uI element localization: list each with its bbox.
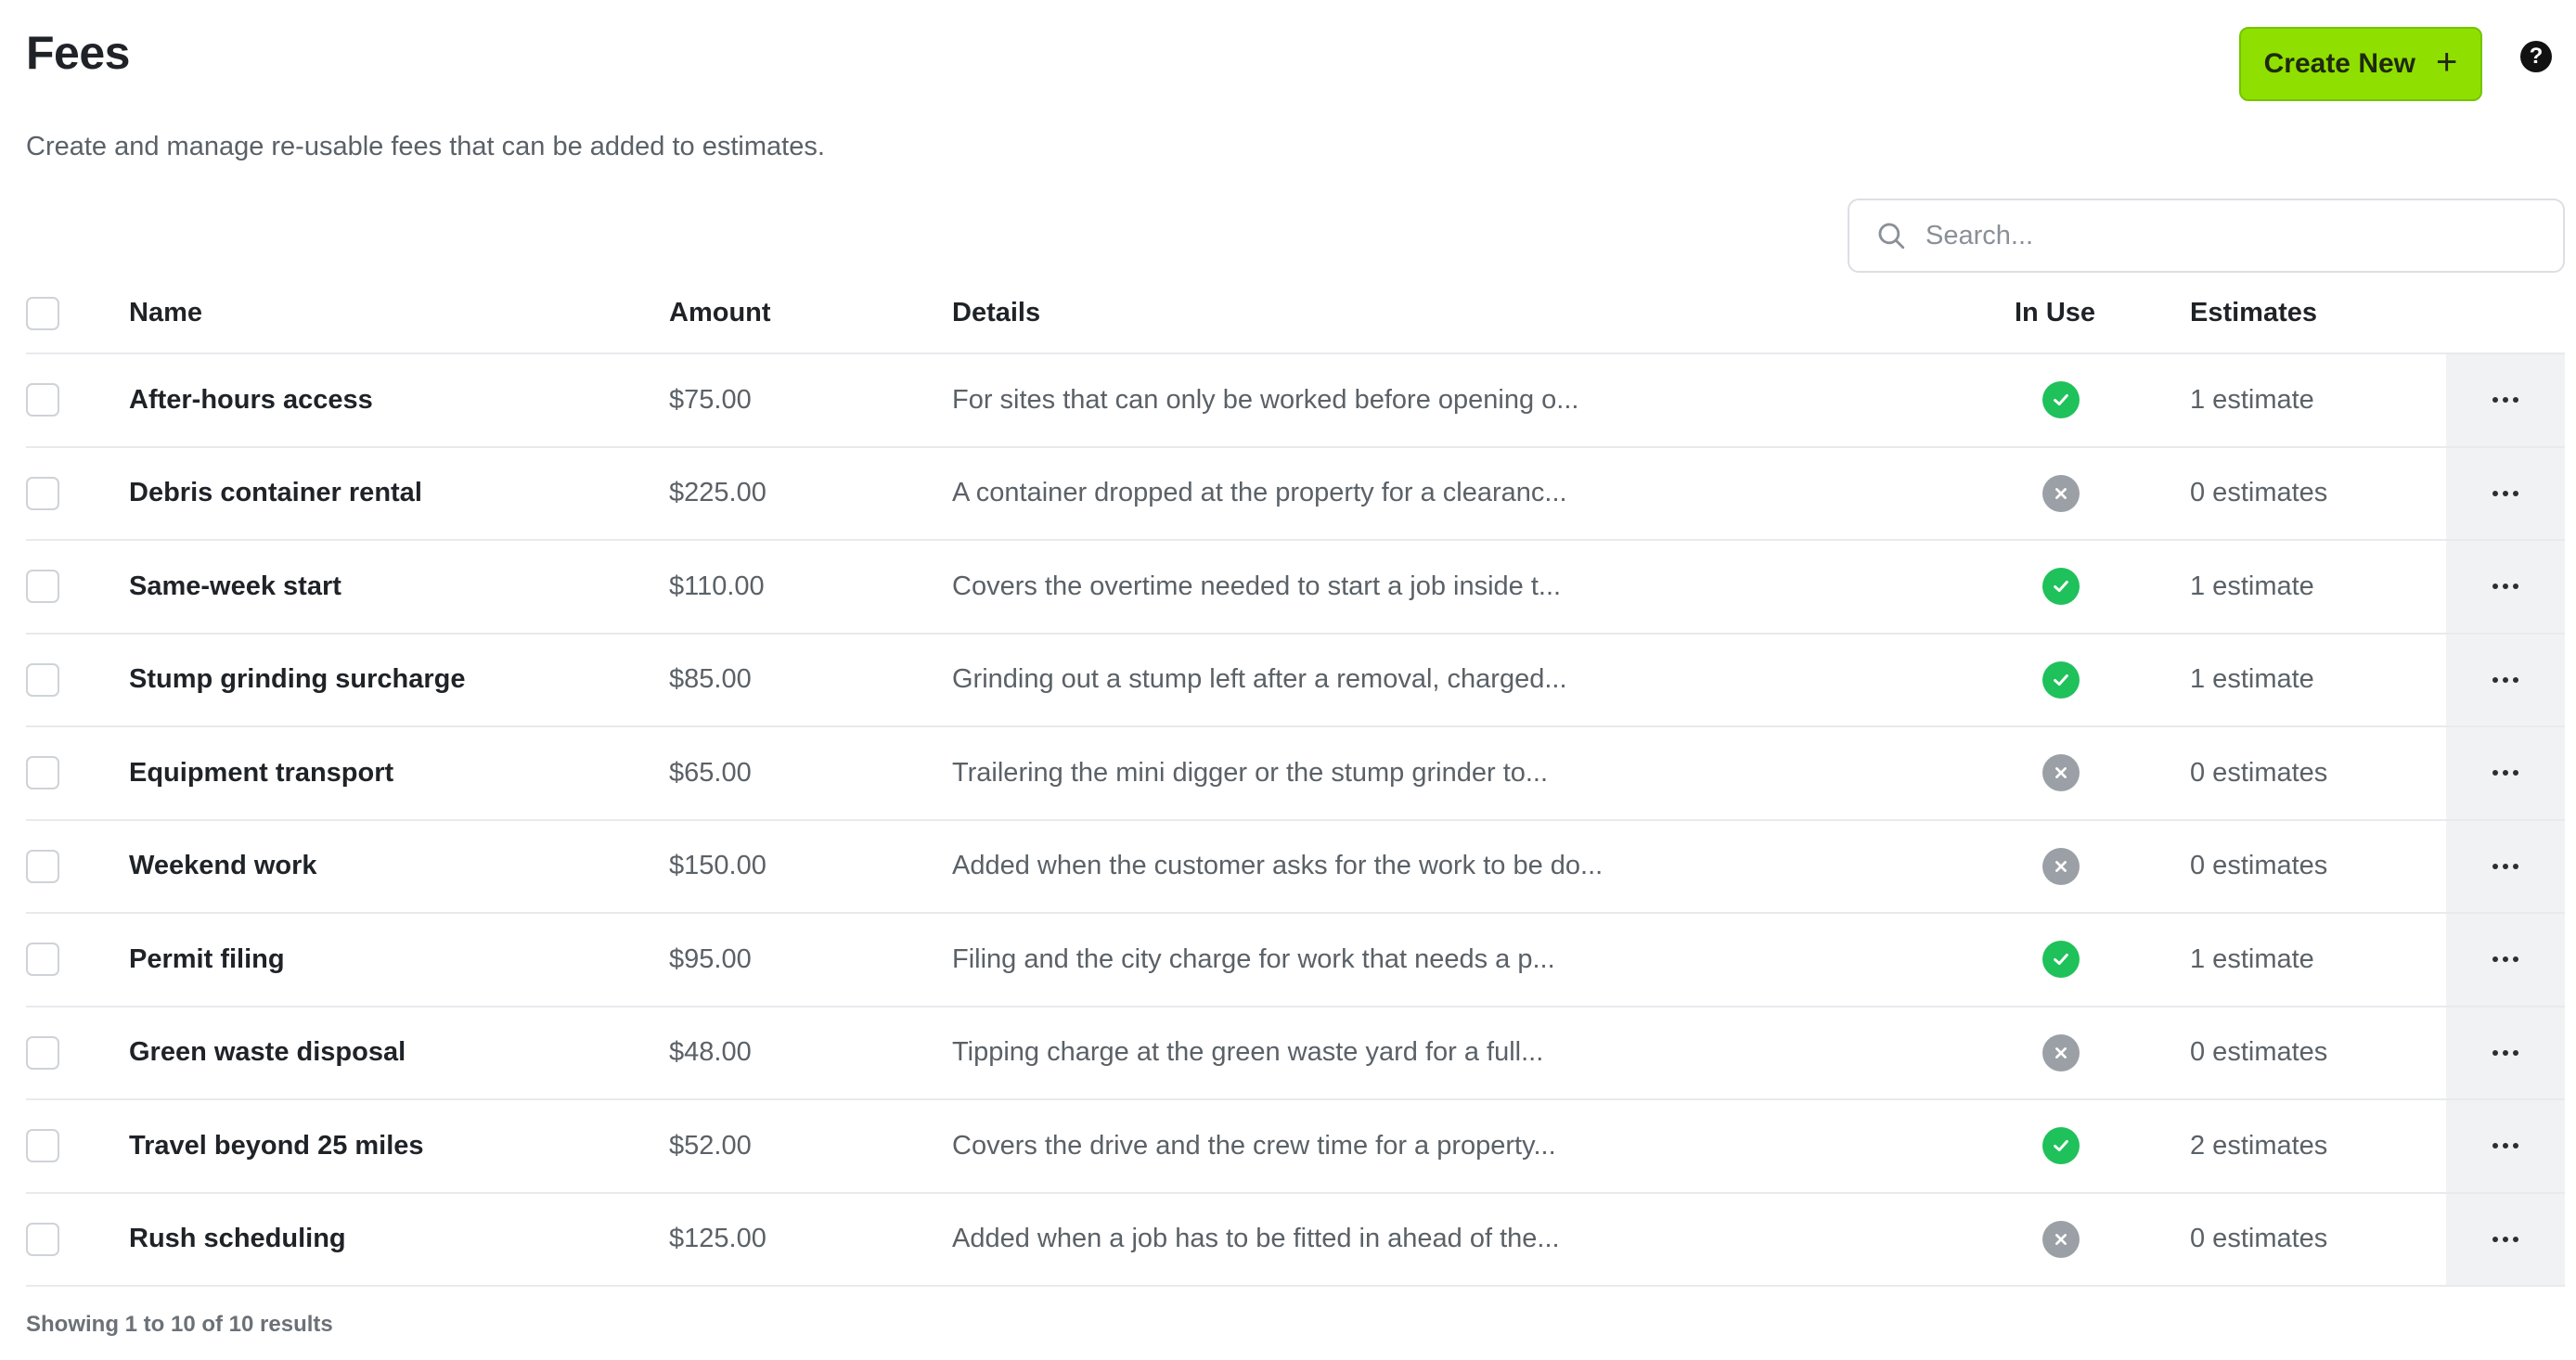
create-new-label: Create New bbox=[2263, 48, 2416, 79]
fee-estimates: 1 estimate bbox=[2190, 384, 2314, 415]
table-row[interactable]: Same-week start $110.00 Covers the overt… bbox=[26, 541, 2565, 635]
page-subtitle: Create and manage re-usable fees that ca… bbox=[26, 132, 825, 161]
plus-icon: + bbox=[2436, 42, 2458, 83]
more-horizontal-icon[interactable] bbox=[2483, 668, 2528, 692]
fee-details: Filing and the city charge for work that… bbox=[952, 943, 1555, 974]
table-row[interactable]: Rush scheduling $125.00 Added when a job… bbox=[26, 1193, 2565, 1287]
search-input[interactable] bbox=[1926, 220, 2501, 251]
row-checkbox[interactable] bbox=[26, 1035, 59, 1070]
table-row[interactable]: Permit filing $95.00 Filing and the city… bbox=[26, 914, 2565, 1007]
fees-page: Fees Create and manage re-usable fees th… bbox=[0, 0, 2576, 1360]
more-horizontal-icon[interactable] bbox=[2483, 388, 2528, 412]
table-row[interactable]: Green waste disposal $48.00 Tipping char… bbox=[26, 1007, 2565, 1100]
more-horizontal-icon[interactable] bbox=[2483, 481, 2528, 506]
table-header-row: Name Amount Details In Use Estimates bbox=[26, 274, 2565, 354]
fee-estimates: 1 estimate bbox=[2190, 664, 2314, 695]
row-checkbox[interactable] bbox=[26, 662, 59, 697]
more-horizontal-icon[interactable] bbox=[2483, 574, 2528, 598]
column-header-name[interactable]: Name bbox=[129, 274, 202, 353]
select-all-checkbox[interactable] bbox=[26, 296, 59, 330]
help-icon[interactable]: ? bbox=[2520, 41, 2552, 72]
x-icon bbox=[2042, 847, 2080, 885]
fee-details: Added when the customer asks for the wor… bbox=[952, 851, 1604, 881]
fee-amount: $85.00 bbox=[669, 664, 752, 695]
fee-details: Tipping charge at the green waste yard f… bbox=[952, 1037, 1544, 1068]
row-checkbox[interactable] bbox=[26, 383, 59, 417]
fee-name[interactable]: Travel beyond 25 miles bbox=[129, 1100, 424, 1192]
more-horizontal-icon[interactable] bbox=[2483, 1227, 2528, 1251]
x-icon bbox=[2042, 474, 2080, 512]
more-horizontal-icon[interactable] bbox=[2483, 1134, 2528, 1158]
fee-name[interactable]: After-hours access bbox=[129, 354, 373, 446]
row-checkbox[interactable] bbox=[26, 1129, 59, 1163]
row-checkbox[interactable] bbox=[26, 756, 59, 790]
fee-name[interactable]: Debris container rental bbox=[129, 448, 422, 540]
fee-details: Covers the drive and the crew time for a… bbox=[952, 1130, 1556, 1161]
column-header-amount[interactable]: Amount bbox=[669, 274, 771, 353]
fee-estimates: 1 estimate bbox=[2190, 943, 2314, 974]
row-checkbox[interactable] bbox=[26, 943, 59, 977]
x-icon bbox=[2042, 1033, 2080, 1071]
fee-amount: $225.00 bbox=[669, 478, 766, 508]
table-row[interactable]: After-hours access $75.00 For sites that… bbox=[26, 354, 2565, 448]
fee-details: Grinding out a stump left after a remova… bbox=[952, 664, 1567, 695]
check-icon bbox=[2042, 661, 2080, 699]
column-header-in-use[interactable]: In Use bbox=[2015, 274, 2095, 353]
fee-details: A container dropped at the property for … bbox=[952, 478, 1567, 508]
table-row[interactable]: Weekend work $150.00 Added when the cust… bbox=[26, 820, 2565, 914]
create-new-button[interactable]: Create New + bbox=[2239, 27, 2482, 101]
search-icon bbox=[1878, 223, 1905, 250]
table-row[interactable]: Travel beyond 25 miles $52.00 Covers the… bbox=[26, 1100, 2565, 1194]
fee-amount: $150.00 bbox=[669, 851, 766, 881]
row-checkbox[interactable] bbox=[26, 570, 59, 604]
fee-estimates: 2 estimates bbox=[2190, 1130, 2328, 1161]
fee-details: For sites that can only be worked before… bbox=[952, 384, 1579, 415]
more-horizontal-icon[interactable] bbox=[2483, 947, 2528, 971]
fee-amount: $95.00 bbox=[669, 943, 752, 974]
more-horizontal-icon[interactable] bbox=[2483, 854, 2528, 879]
fee-name[interactable]: Permit filing bbox=[129, 914, 285, 1006]
x-icon bbox=[2042, 754, 2080, 792]
fee-name[interactable]: Stump grinding surcharge bbox=[129, 635, 466, 726]
more-horizontal-icon[interactable] bbox=[2483, 761, 2528, 785]
fee-name[interactable]: Weekend work bbox=[129, 821, 317, 913]
fee-estimates: 0 estimates bbox=[2190, 478, 2328, 508]
fee-name[interactable]: Equipment transport bbox=[129, 727, 393, 819]
fee-estimates: 1 estimate bbox=[2190, 571, 2314, 601]
table-row[interactable]: Stump grinding surcharge $85.00 Grinding… bbox=[26, 634, 2565, 727]
table-row[interactable]: Equipment transport $65.00 Trailering th… bbox=[26, 727, 2565, 821]
column-header-estimates[interactable]: Estimates bbox=[2190, 274, 2317, 353]
fee-name[interactable]: Green waste disposal bbox=[129, 1007, 406, 1099]
fee-estimates: 0 estimates bbox=[2190, 1037, 2328, 1068]
x-icon bbox=[2042, 1220, 2080, 1258]
fee-estimates: 0 estimates bbox=[2190, 757, 2328, 788]
page-title: Fees bbox=[26, 27, 130, 79]
search-box[interactable] bbox=[1848, 199, 2565, 273]
fee-name[interactable]: Rush scheduling bbox=[129, 1194, 346, 1286]
fee-amount: $125.00 bbox=[669, 1224, 766, 1254]
fee-amount: $110.00 bbox=[669, 571, 765, 601]
table-row[interactable]: Debris container rental $225.00 A contai… bbox=[26, 447, 2565, 541]
fee-estimates: 0 estimates bbox=[2190, 851, 2328, 881]
more-horizontal-icon[interactable] bbox=[2483, 1041, 2528, 1065]
fee-details: Trailering the mini digger or the stump … bbox=[952, 757, 1549, 788]
fees-table: Name Amount Details In Use Estimates Aft… bbox=[26, 274, 2565, 1287]
fee-estimates: 0 estimates bbox=[2190, 1224, 2328, 1254]
check-icon bbox=[2042, 568, 2080, 606]
fee-amount: $65.00 bbox=[669, 757, 752, 788]
column-header-details[interactable]: Details bbox=[952, 274, 1040, 353]
fee-details: Added when a job has to be fitted in ahe… bbox=[952, 1224, 1560, 1254]
row-checkbox[interactable] bbox=[26, 1222, 59, 1256]
row-checkbox[interactable] bbox=[26, 849, 59, 883]
fee-name[interactable]: Same-week start bbox=[129, 541, 341, 633]
row-checkbox[interactable] bbox=[26, 476, 59, 510]
fee-amount: $52.00 bbox=[669, 1130, 752, 1161]
check-icon bbox=[2042, 941, 2080, 979]
check-icon bbox=[2042, 381, 2080, 419]
fee-amount: $75.00 bbox=[669, 384, 752, 415]
fee-amount: $48.00 bbox=[669, 1037, 752, 1068]
pagination-summary: Showing 1 to 10 of 10 results bbox=[26, 1312, 333, 1337]
fee-details: Covers the overtime needed to start a jo… bbox=[952, 571, 1562, 601]
check-icon bbox=[2042, 1127, 2080, 1165]
